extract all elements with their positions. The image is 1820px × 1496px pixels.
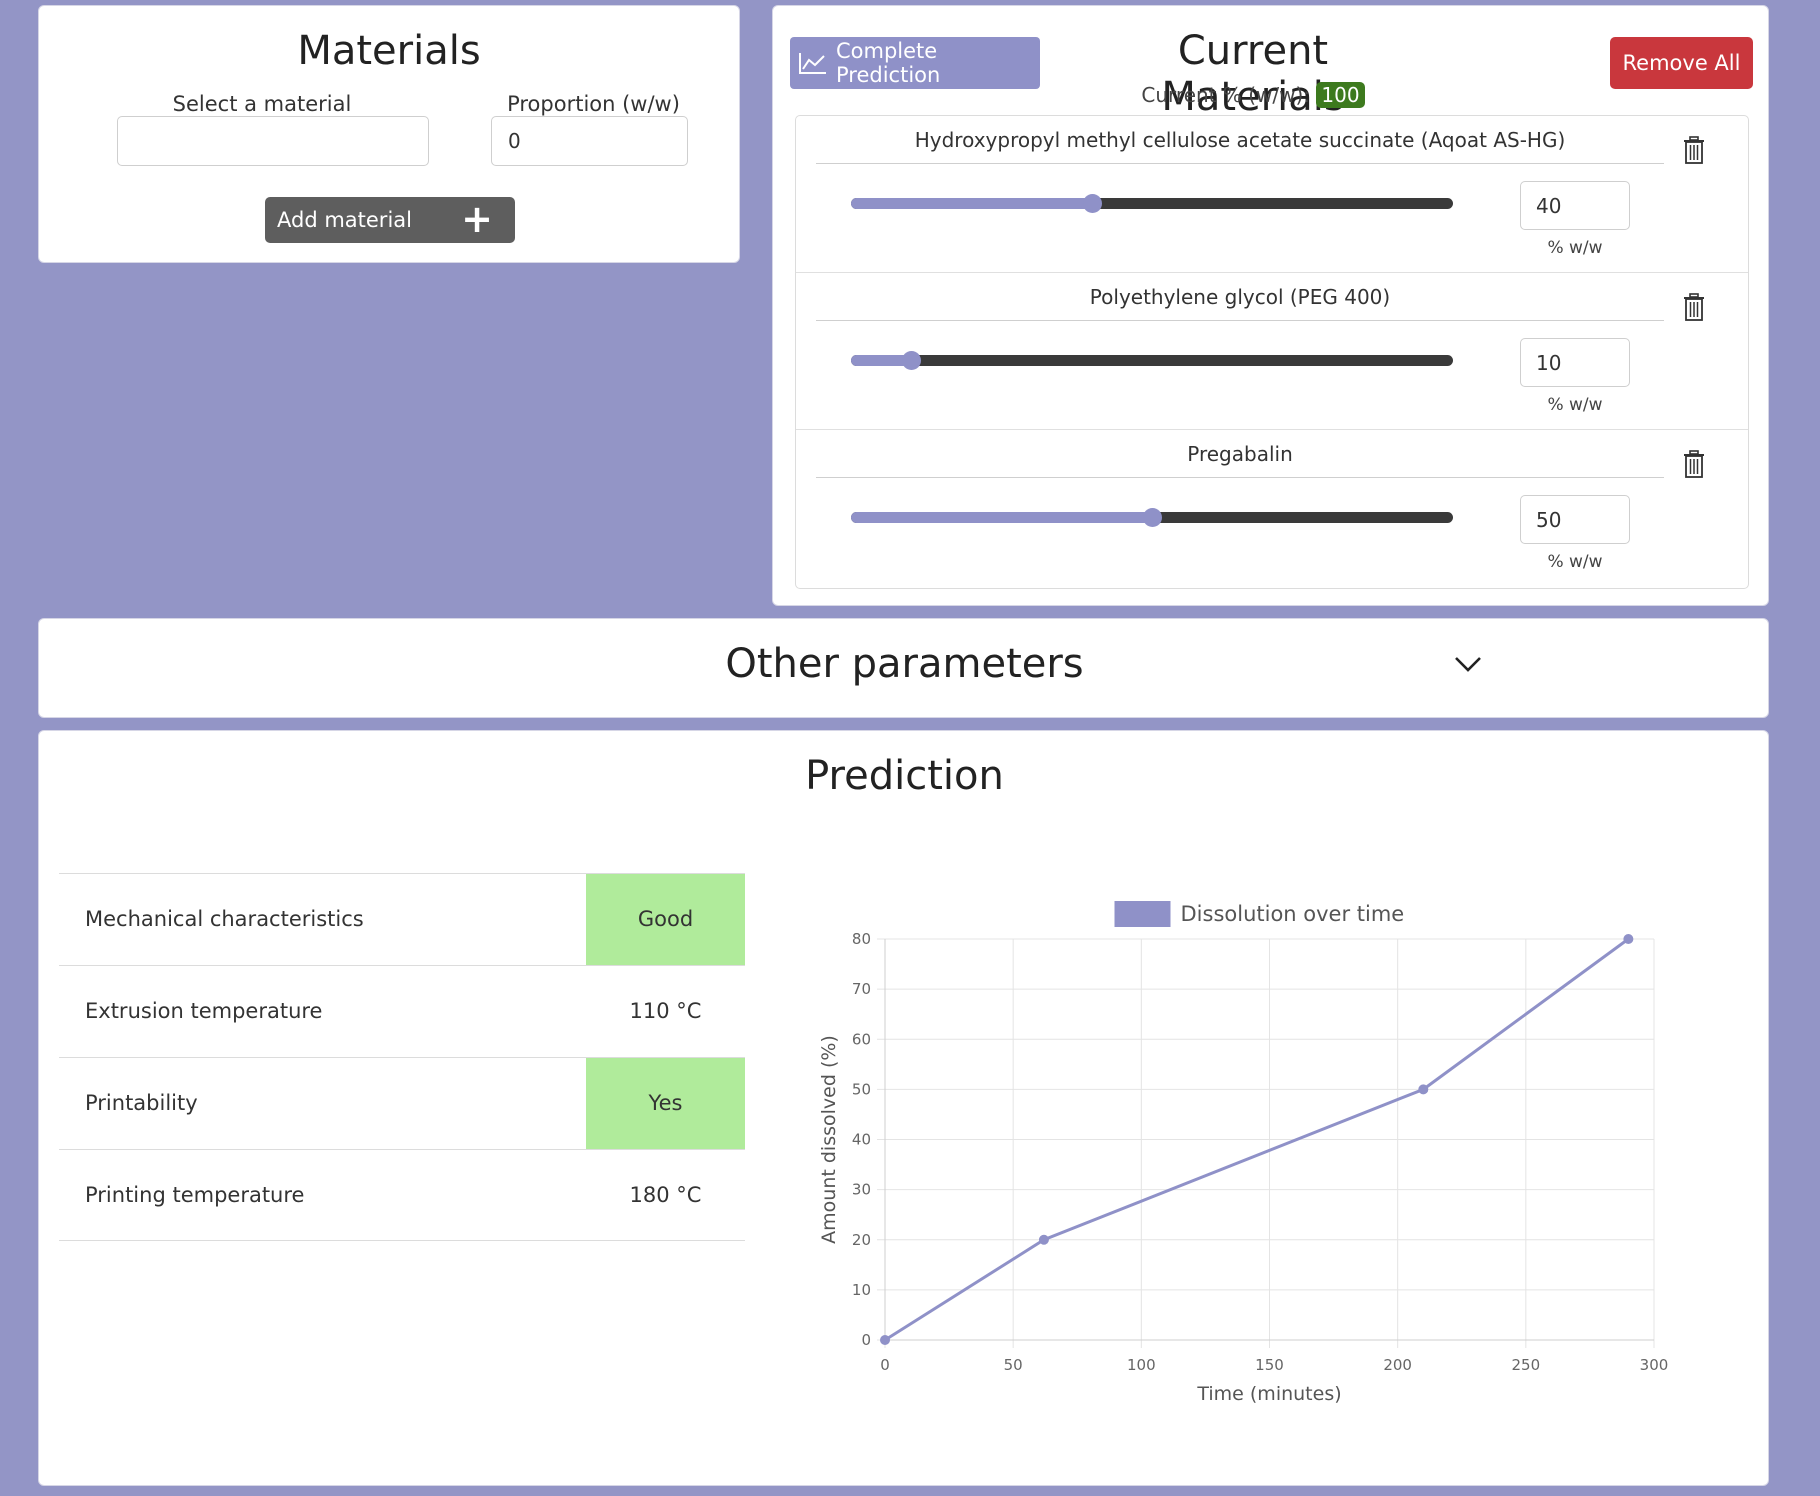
x-tick-label: 50 — [1004, 1356, 1023, 1374]
percent-unit: % w/w — [1547, 395, 1603, 415]
y-tick-label: 30 — [852, 1181, 871, 1199]
select-material-label: Select a material — [172, 92, 352, 116]
percent-input[interactable] — [1520, 495, 1630, 544]
y-tick-label: 0 — [861, 1331, 871, 1349]
current-materials-card: Complete Prediction Current Materials Cu… — [772, 5, 1769, 606]
percent-unit: % w/w — [1547, 238, 1603, 258]
y-tick-label: 50 — [852, 1080, 871, 1098]
materials-card: Materials Select a material Proportion (… — [38, 5, 740, 263]
data-point — [1038, 1234, 1049, 1245]
x-axis-label: Time (minutes) — [1196, 1383, 1341, 1405]
material-name: Pregabalin — [816, 442, 1664, 478]
current-percent: Current % (w/w): 100 — [1083, 82, 1423, 108]
row-label: Printing temperature — [85, 1183, 305, 1207]
row-label: Extrusion temperature — [85, 999, 323, 1023]
row-value: Good — [586, 874, 745, 965]
materials-title: Materials — [297, 28, 481, 74]
data-point — [1623, 934, 1634, 944]
plus-icon: + — [461, 197, 493, 241]
row-label: Mechanical characteristics — [85, 907, 364, 931]
legend-swatch — [1114, 901, 1171, 927]
material-row: Polyethylene glycol (PEG 400) % w/w — [796, 273, 1748, 430]
prediction-card: Prediction Mechanical characteristics Go… — [38, 730, 1769, 1486]
y-tick-label: 80 — [852, 930, 871, 948]
row-label: Printability — [85, 1091, 198, 1115]
y-tick-label: 70 — [852, 980, 871, 998]
proportion-slider[interactable] — [851, 194, 1453, 213]
other-parameters-title: Other parameters — [725, 641, 1084, 687]
complete-prediction-label: Complete Prediction — [836, 39, 941, 87]
proportion-input[interactable] — [491, 116, 688, 166]
remove-all-button[interactable]: Remove All — [1610, 37, 1753, 89]
table-row: Mechanical characteristics Good — [59, 873, 745, 965]
slider-thumb[interactable] — [1082, 194, 1102, 213]
material-name: Hydroxypropyl methyl cellulose acetate s… — [816, 128, 1664, 164]
trash-icon[interactable] — [1683, 293, 1705, 321]
other-parameters-card[interactable]: Other parameters — [38, 618, 1769, 718]
x-tick-label: 0 — [880, 1356, 890, 1374]
data-point — [880, 1335, 890, 1345]
proportion-slider[interactable] — [851, 508, 1453, 527]
line-chart-icon — [799, 53, 826, 74]
chevron-down-icon[interactable] — [1453, 655, 1483, 673]
percent-input[interactable] — [1520, 338, 1630, 387]
material-list: Hydroxypropyl methyl cellulose acetate s… — [795, 115, 1749, 589]
slider-fill — [851, 512, 1152, 523]
row-value: 110 °C — [629, 999, 702, 1023]
y-tick-label: 40 — [852, 1131, 871, 1149]
legend-label: Dissolution over time — [1181, 902, 1405, 926]
select-material-input[interactable] — [117, 116, 429, 166]
proportion-slider[interactable] — [851, 351, 1453, 370]
table-row: Extrusion temperature 110 °C — [59, 965, 745, 1057]
row-value: Yes — [586, 1058, 745, 1149]
prediction-table: Mechanical characteristics Good Extrusio… — [59, 873, 745, 1241]
percent-input[interactable] — [1520, 181, 1630, 230]
row-value: 180 °C — [629, 1183, 702, 1207]
trash-icon[interactable] — [1683, 450, 1705, 478]
data-point — [1418, 1084, 1429, 1095]
material-row: Pregabalin % w/w — [796, 430, 1748, 587]
y-tick-label: 20 — [852, 1231, 871, 1249]
dissolution-chart: 0 50 100 150 200 250 300 0 10 20 30 40 50 60 70 80 Time … — [818, 901, 1669, 1405]
x-tick-label: 200 — [1383, 1356, 1412, 1374]
add-material-button[interactable]: Add material + — [265, 197, 515, 243]
add-material-label: Add material — [277, 208, 412, 232]
slider-thumb[interactable] — [902, 351, 922, 370]
slider-fill — [851, 198, 1092, 209]
percent-unit: % w/w — [1547, 552, 1603, 572]
proportion-label: Proportion (w/w) — [507, 92, 680, 116]
y-tick-label: 60 — [852, 1030, 871, 1048]
y-axis-label: Amount dissolved (%) — [818, 1035, 840, 1244]
material-row: Hydroxypropyl methyl cellulose acetate s… — [796, 116, 1748, 273]
trash-icon[interactable] — [1683, 136, 1705, 164]
table-row: Printing temperature 180 °C — [59, 1149, 745, 1241]
current-percent-label: Current % (w/w): — [1141, 83, 1311, 107]
x-tick-label: 100 — [1127, 1356, 1156, 1374]
x-tick-label: 150 — [1255, 1356, 1284, 1374]
y-tick-label: 10 — [852, 1281, 871, 1299]
x-tick-label: 300 — [1640, 1356, 1669, 1374]
x-tick-label: 250 — [1512, 1356, 1541, 1374]
table-row: Printability Yes — [59, 1057, 745, 1149]
complete-prediction-button[interactable]: Complete Prediction — [790, 37, 1040, 89]
slider-thumb[interactable] — [1143, 508, 1162, 527]
material-name: Polyethylene glycol (PEG 400) — [816, 285, 1664, 321]
current-percent-badge: 100 — [1316, 82, 1365, 108]
prediction-title: Prediction — [805, 753, 1004, 799]
